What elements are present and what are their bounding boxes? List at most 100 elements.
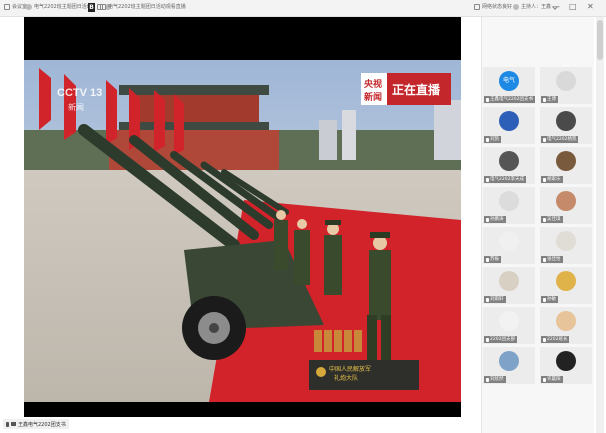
tab-live-label: 电气2202班主题团日活动观看直播 <box>108 4 186 10</box>
participant-name-tag: 刘凯 <box>484 136 501 143</box>
app-logo-icon: B <box>88 3 95 12</box>
close-button[interactable]: ✕ <box>587 2 594 12</box>
participant-name: 张佳怡 <box>547 257 561 262</box>
participant-name-tag: 电气2202李天成 <box>484 176 526 183</box>
participant-tile[interactable]: 刘雨轩 <box>483 267 535 304</box>
bottom-bar: 王鑫电气2202团支书 <box>0 417 466 433</box>
participant-name-tag: 2202团支部 <box>484 336 517 343</box>
participant-tile[interactable]: 孙鹏涛 <box>483 187 535 224</box>
participant-tile[interactable]: 王博 <box>540 67 592 104</box>
participant-name: 电气2202李天成 <box>490 177 524 182</box>
participant-tile[interactable]: 电气2202李天成 <box>483 147 535 184</box>
participant-name: 胡家乐 <box>547 177 561 182</box>
banner-line2: 礼炮大队 <box>334 374 358 382</box>
maximize-button[interactable]: □ <box>569 2 577 12</box>
participant-tile[interactable]: 苏振 <box>483 227 535 264</box>
mic-icon <box>486 97 489 102</box>
participant-name: 刘欣然 <box>490 377 504 382</box>
avatar <box>556 351 576 371</box>
avatar <box>556 151 576 171</box>
mic-icon <box>486 137 489 142</box>
participant-name-tag: 吴佳琪 <box>541 216 563 223</box>
participant-name: 苏振 <box>490 257 499 262</box>
chat-icon <box>26 3 32 10</box>
participant-name-tag: 王鑫电气2202团支书 <box>484 96 535 103</box>
mic-icon <box>6 421 9 427</box>
participant-name: 王鑫电气2202团支书 <box>490 97 533 102</box>
participant-name: 2202团支部 <box>490 337 515 342</box>
participant-name-tag: 苏振 <box>484 256 501 263</box>
participant-name: 孙敏 <box>547 297 556 302</box>
live-video: 中国人民解放军 礼炮大队 CCTV 13 新闻 央视 新闻 正在直播 <box>24 60 461 402</box>
participant-name-tag: 胡家乐 <box>541 176 563 183</box>
tab-meeting[interactable]: 会议室 <box>4 3 27 10</box>
participant-tile[interactable]: 刘欣然 <box>483 347 535 384</box>
avatar <box>499 351 519 371</box>
avatar <box>499 311 519 331</box>
scrollbar-thumb[interactable] <box>597 20 603 60</box>
avatar <box>499 231 519 251</box>
scrollbar-track[interactable] <box>596 17 604 433</box>
participant-name-tag: 孙敏 <box>541 296 558 303</box>
self-view-tag[interactable]: 王鑫电气2202团支书 <box>3 419 69 429</box>
mic-icon <box>486 377 489 382</box>
live-bug-label: 正在直播 <box>392 82 441 97</box>
participant-name: 2202班长 <box>547 337 568 342</box>
participant-name: 王博 <box>547 97 556 102</box>
tab-activity[interactable]: 电气2202班主题团日活动 <box>26 3 111 10</box>
meeting-icon <box>4 3 10 10</box>
title-bar: 会议室 电气2202班主题团日活动 B 电气2202班主题团日活动观看直播 网络… <box>0 0 606 17</box>
cctv-logo-news: 新闻 <box>68 102 84 112</box>
participant-name-tag: 电气2202杨凯 <box>541 136 579 143</box>
participant-name: 刘凯 <box>490 137 499 142</box>
camera-icon <box>11 422 16 426</box>
live-bug-line1: 央视 <box>364 78 382 89</box>
minimize-button[interactable]: — <box>552 2 560 12</box>
mic-icon <box>543 257 546 262</box>
tab-live[interactable]: B <box>88 3 95 12</box>
participant-tile[interactable]: 刘凯 <box>483 107 535 144</box>
participant-name: 许晨阳 <box>547 377 561 382</box>
participant-name: 吴佳琪 <box>547 217 561 222</box>
host-label: 主持人：王鑫 <box>521 4 552 10</box>
avatar <box>556 231 576 251</box>
mic-icon <box>543 177 546 182</box>
participant-name-tag: 张佳怡 <box>541 256 563 263</box>
self-view-name: 王鑫电气2202团支书 <box>18 421 66 428</box>
participant-name: 电气2202杨凯 <box>547 137 577 142</box>
participant-tile[interactable]: 电气2202杨凯 <box>540 107 592 144</box>
avatar <box>556 311 576 331</box>
participant-tile[interactable]: 胡家乐 <box>540 147 592 184</box>
participant-name-tag: 王博 <box>541 96 558 103</box>
signal-icon <box>474 3 480 10</box>
network-status[interactable]: 网络状态良好 <box>474 3 519 10</box>
video-frame: 中国人民解放军 礼炮大队 CCTV 13 新闻 央视 新闻 正在直播 <box>24 60 461 402</box>
avatar <box>499 151 519 171</box>
mic-icon <box>543 297 546 302</box>
banner-line1: 中国人民解放军 <box>329 365 371 373</box>
avatar <box>556 191 576 211</box>
participant-name-tag: 孙鹏涛 <box>484 216 506 223</box>
avatar <box>499 271 519 291</box>
participant-name-tag: 2202班长 <box>541 336 570 343</box>
participant-name-tag: 许晨阳 <box>541 376 563 383</box>
shared-screen-stage[interactable]: 中国人民解放军 礼炮大队 CCTV 13 新闻 央视 新闻 正在直播 <box>24 17 461 417</box>
participant-tile[interactable]: 孙敏 <box>540 267 592 304</box>
document-icon <box>100 3 106 10</box>
host-info[interactable]: 主持人：王鑫 <box>513 3 558 10</box>
participant-tile[interactable]: 2202班长 <box>540 307 592 344</box>
mic-icon <box>486 217 489 222</box>
participant-name: 孙鹏涛 <box>490 217 504 222</box>
mic-icon <box>543 337 546 342</box>
participant-name: 刘雨轩 <box>490 297 504 302</box>
participant-tile[interactable]: 张佳怡 <box>540 227 592 264</box>
participant-tile[interactable]: 吴佳琪 <box>540 187 592 224</box>
mic-icon <box>486 257 489 262</box>
participant-tile[interactable]: 电气 王鑫电气2202团支书 <box>483 67 535 104</box>
tab-live-title[interactable]: 电气2202班主题团日活动观看直播 <box>100 3 186 10</box>
avatar <box>556 271 576 291</box>
participant-tile[interactable]: 2202团支部 <box>483 307 535 344</box>
mic-icon <box>543 97 546 102</box>
mic-icon <box>486 297 489 302</box>
participant-tile[interactable]: 许晨阳 <box>540 347 592 384</box>
